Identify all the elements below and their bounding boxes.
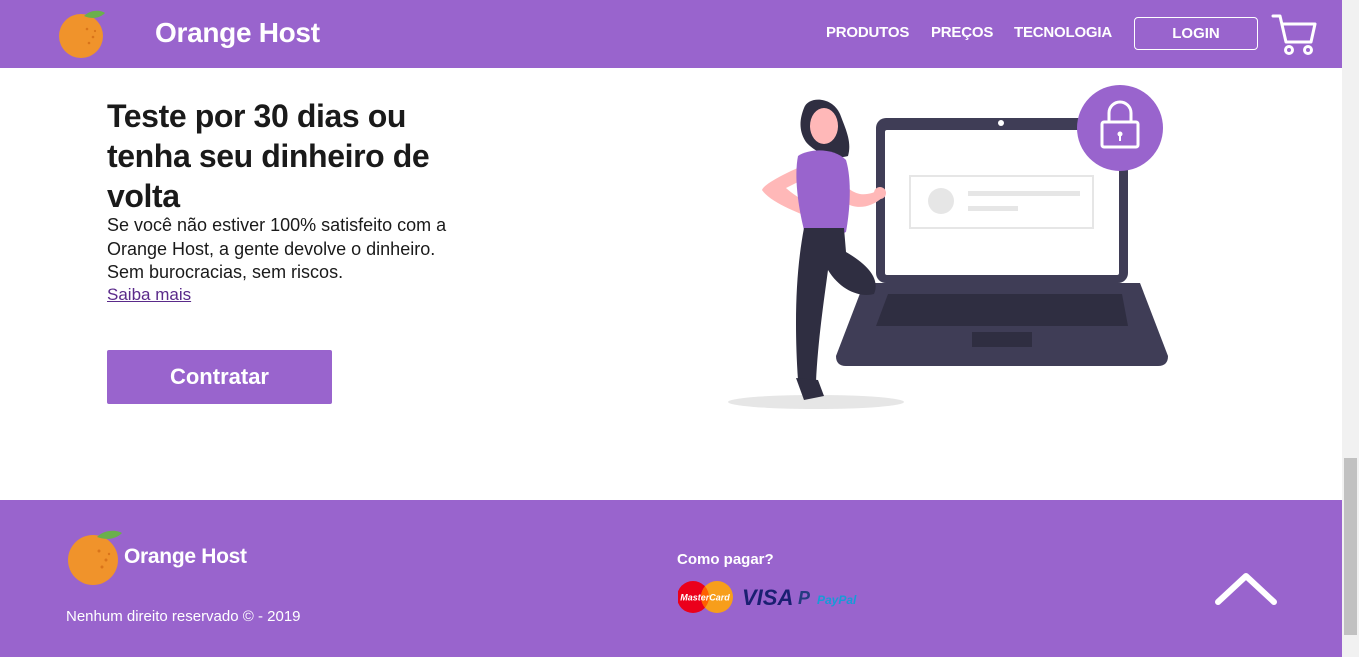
brand-name[interactable]: Orange Host [155,17,320,49]
footer-brand-name: Orange Host [124,545,247,568]
page-scrollbar[interactable] [1342,0,1359,657]
contratar-button[interactable]: Contratar [107,350,332,404]
svg-text:PayPal: PayPal [817,593,857,607]
nav-produtos[interactable]: PRODUTOS [826,24,909,41]
scrollbar-thumb[interactable] [1344,458,1357,635]
footer: Orange Host Nenhum direito reservado © -… [0,500,1342,657]
shopping-cart-icon[interactable] [1270,12,1318,56]
nav-tecnologia[interactable]: TECNOLOGIA [1014,24,1112,41]
copyright-text: Nenhum direito reservado © - 2019 [66,608,301,625]
mastercard-logo: MasterCard [678,581,733,613]
hero-title: Teste por 30 dias ou tenha seu dinheiro … [107,98,430,214]
nav-precos[interactable]: PREÇOS [931,24,993,41]
woman-laptop-illustration [728,85,1168,409]
login-button[interactable]: LOGIN [1134,17,1258,50]
hero-description: Se você não estiver 100% satisfeito com … [107,215,447,282]
paypal-logo: P PayPal [798,588,857,608]
payment-logos: MasterCard VISA P PayPal [678,581,857,613]
chevron-up-icon[interactable] [1212,568,1280,608]
svg-text:VISA: VISA [742,585,793,610]
payment-methods-title: Como pagar? [677,551,774,568]
orange-logo-icon[interactable] [57,9,107,59]
page: Orange Host PRODUTOS PREÇOS TECNOLOGIA L… [0,0,1359,657]
svg-text:MasterCard: MasterCard [680,593,730,603]
top-navbar: Orange Host PRODUTOS PREÇOS TECNOLOGIA L… [0,0,1342,68]
orange-logo-icon [68,530,122,585]
saiba-mais-link[interactable]: Saiba mais [107,285,191,305]
visa-logo: VISA [742,585,793,610]
svg-text:P: P [798,588,811,608]
